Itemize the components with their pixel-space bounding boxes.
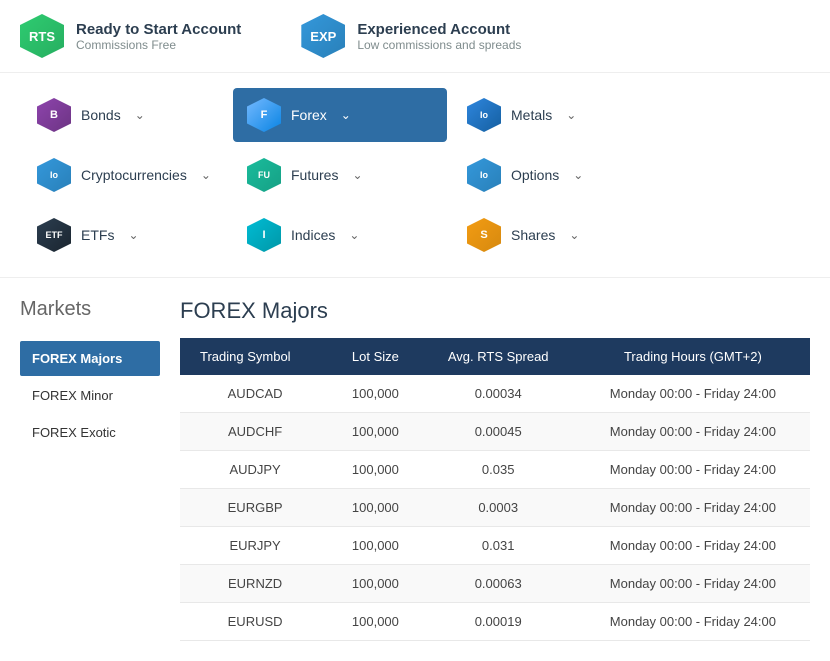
cell-spread: 0.00063 xyxy=(421,565,576,603)
options-arrow: ⌄ xyxy=(573,168,583,182)
cell-hours: Monday 00:00 - Friday 24:00 xyxy=(576,489,810,527)
sidebar-title: Markets xyxy=(20,298,160,321)
bonds-arrow: ⌄ xyxy=(135,108,145,122)
table-row: EURGBP 100,000 0.0003 Monday 00:00 - Fri… xyxy=(180,489,810,527)
forex-icon: F xyxy=(247,98,281,132)
table-row: AUDJPY 100,000 0.035 Monday 00:00 - Frid… xyxy=(180,451,810,489)
table-row: AUDCHF 100,000 0.00045 Monday 00:00 - Fr… xyxy=(180,413,810,451)
cell-symbol: EURGBP xyxy=(180,489,330,527)
futures-arrow: ⌄ xyxy=(352,168,362,182)
exp-icon: EXP xyxy=(301,14,345,58)
table-row: EURJPY 100,000 0.031 Monday 00:00 - Frid… xyxy=(180,527,810,565)
cell-hours: Monday 00:00 - Friday 24:00 xyxy=(576,603,810,641)
cell-symbol: AUDJPY xyxy=(180,451,330,489)
cell-symbol: EURNZD xyxy=(180,565,330,603)
exp-account-title: Experienced Account xyxy=(357,21,521,38)
sidebar: Markets FOREX Majors FOREX Minor FOREX E… xyxy=(20,298,160,641)
exp-account-subtitle: Low commissions and spreads xyxy=(357,38,521,52)
metals-label: Metals xyxy=(511,107,552,123)
nav-metals[interactable]: Io Metals ⌄ xyxy=(453,88,657,142)
rts-account-title: Ready to Start Account xyxy=(76,21,241,38)
table-title: FOREX Majors xyxy=(180,298,810,324)
shares-label: Shares xyxy=(511,227,555,243)
nav-indices[interactable]: I Indices ⌄ xyxy=(233,208,447,262)
exp-account-text: Experienced Account Low commissions and … xyxy=(357,21,521,52)
cell-spread: 0.031 xyxy=(421,527,576,565)
cell-lot-size: 100,000 xyxy=(330,603,420,641)
crypto-label: Cryptocurrencies xyxy=(81,167,187,183)
options-label: Options xyxy=(511,167,559,183)
cell-hours: Monday 00:00 - Friday 24:00 xyxy=(576,375,810,413)
crypto-arrow: ⌄ xyxy=(201,168,211,182)
metals-arrow: ⌄ xyxy=(566,108,576,122)
cell-lot-size: 100,000 xyxy=(330,527,420,565)
cell-lot-size: 100,000 xyxy=(330,565,420,603)
table-area: FOREX Majors Trading Symbol Lot Size Avg… xyxy=(180,298,810,641)
table-row: EURUSD 100,000 0.00019 Monday 00:00 - Fr… xyxy=(180,603,810,641)
rts-account[interactable]: RTS Ready to Start Account Commissions F… xyxy=(20,14,241,58)
cell-hours: Monday 00:00 - Friday 24:00 xyxy=(576,413,810,451)
nav-forex[interactable]: F Forex ⌄ xyxy=(233,88,447,142)
indices-label: Indices xyxy=(291,227,335,243)
cell-lot-size: 100,000 xyxy=(330,489,420,527)
accounts-bar: RTS Ready to Start Account Commissions F… xyxy=(0,0,830,73)
cell-lot-size: 100,000 xyxy=(330,413,420,451)
cell-lot-size: 100,000 xyxy=(330,375,420,413)
sidebar-item-forex-exotic[interactable]: FOREX Exotic xyxy=(20,415,160,450)
etfs-icon: ETF xyxy=(37,218,71,252)
etfs-arrow: ⌄ xyxy=(128,228,138,242)
cell-symbol: AUDCHF xyxy=(180,413,330,451)
cell-spread: 0.035 xyxy=(421,451,576,489)
shares-icon: S xyxy=(467,218,501,252)
col-spread: Avg. RTS Spread xyxy=(421,338,576,375)
cell-spread: 0.00034 xyxy=(421,375,576,413)
cell-spread: 0.00019 xyxy=(421,603,576,641)
table-row: EURNZD 100,000 0.00063 Monday 00:00 - Fr… xyxy=(180,565,810,603)
metals-icon: Io xyxy=(467,98,501,132)
nav-options[interactable]: Io Options ⌄ xyxy=(453,148,657,202)
cell-spread: 0.0003 xyxy=(421,489,576,527)
rts-icon: RTS xyxy=(20,14,64,58)
nav-crypto[interactable]: Io Cryptocurrencies ⌄ xyxy=(23,148,227,202)
futures-label: Futures xyxy=(291,167,338,183)
table-row: AUDCAD 100,000 0.00034 Monday 00:00 - Fr… xyxy=(180,375,810,413)
main-content: Markets FOREX Majors FOREX Minor FOREX E… xyxy=(0,278,830,661)
rts-account-subtitle: Commissions Free xyxy=(76,38,241,52)
forex-label: Forex xyxy=(291,107,327,123)
cell-symbol: AUDCAD xyxy=(180,375,330,413)
table-header-row: Trading Symbol Lot Size Avg. RTS Spread … xyxy=(180,338,810,375)
nav-futures[interactable]: FU Futures ⌄ xyxy=(233,148,447,202)
cell-symbol: EURJPY xyxy=(180,527,330,565)
cell-symbol: EURUSD xyxy=(180,603,330,641)
shares-arrow: ⌄ xyxy=(569,228,579,242)
indices-arrow: ⌄ xyxy=(349,228,359,242)
col-lot-size: Lot Size xyxy=(330,338,420,375)
cell-spread: 0.00045 xyxy=(421,413,576,451)
sidebar-item-forex-minor[interactable]: FOREX Minor xyxy=(20,378,160,413)
cell-lot-size: 100,000 xyxy=(330,451,420,489)
etfs-label: ETFs xyxy=(81,227,114,243)
col-symbol: Trading Symbol xyxy=(180,338,330,375)
nav-bonds[interactable]: B Bonds ⌄ xyxy=(23,88,227,142)
futures-icon: FU xyxy=(247,158,281,192)
exp-account[interactable]: EXP Experienced Account Low commissions … xyxy=(301,14,521,58)
options-icon: Io xyxy=(467,158,501,192)
nav-shares[interactable]: S Shares ⌄ xyxy=(453,208,657,262)
indices-icon: I xyxy=(247,218,281,252)
cell-hours: Monday 00:00 - Friday 24:00 xyxy=(576,527,810,565)
cell-hours: Monday 00:00 - Friday 24:00 xyxy=(576,451,810,489)
bonds-label: Bonds xyxy=(81,107,121,123)
forex-arrow: ⌄ xyxy=(341,108,351,122)
bonds-icon: B xyxy=(37,98,71,132)
nav-grid: B Bonds ⌄ F Forex ⌄ Io Metals ⌄ Io Crypt… xyxy=(0,73,830,278)
sidebar-item-forex-majors[interactable]: FOREX Majors xyxy=(20,341,160,376)
forex-majors-table: Trading Symbol Lot Size Avg. RTS Spread … xyxy=(180,338,810,641)
rts-account-text: Ready to Start Account Commissions Free xyxy=(76,21,241,52)
cell-hours: Monday 00:00 - Friday 24:00 xyxy=(576,565,810,603)
crypto-icon: Io xyxy=(37,158,71,192)
col-hours: Trading Hours (GMT+2) xyxy=(576,338,810,375)
nav-etfs[interactable]: ETF ETFs ⌄ xyxy=(23,208,227,262)
